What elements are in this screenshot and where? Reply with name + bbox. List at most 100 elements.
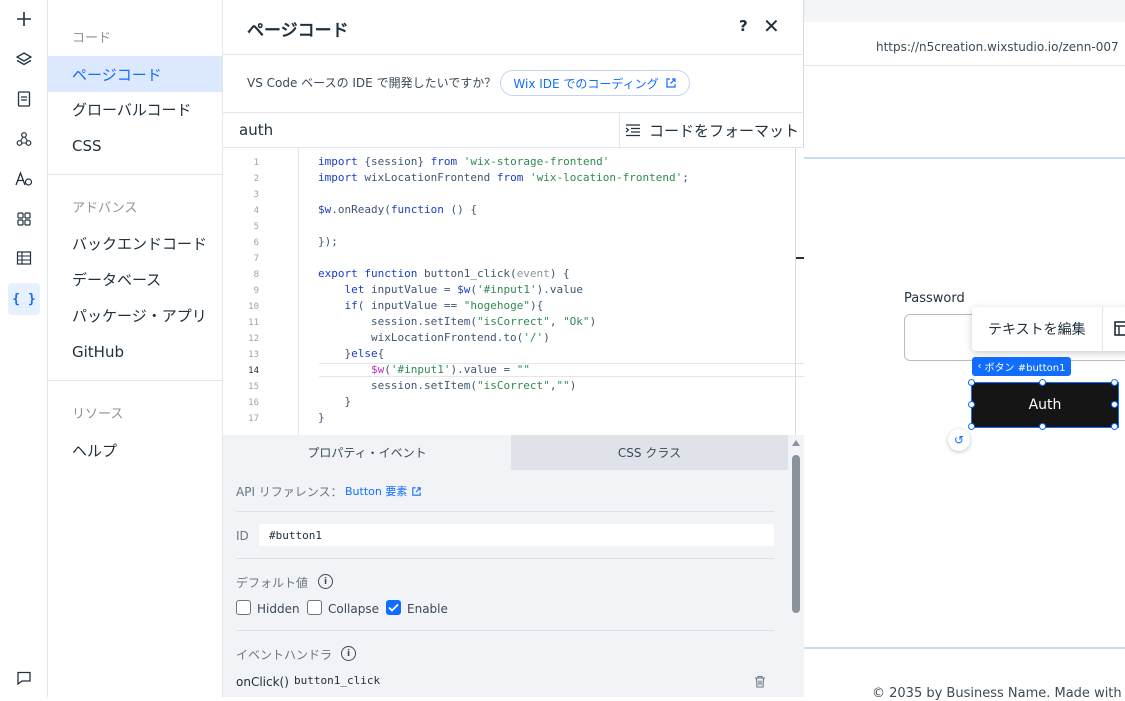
sidebar-item-database[interactable]: データベース: [48, 261, 222, 297]
ide-question: VS Code ベースの IDE で開発したいですか？: [247, 76, 497, 90]
help-button[interactable]: ?: [739, 17, 748, 35]
resize-handle[interactable]: [968, 379, 975, 386]
line-number: 2: [253, 174, 259, 184]
api-reference-link-text: Button 要素: [345, 485, 408, 498]
sidebar-item-help[interactable]: ヘルプ: [48, 432, 222, 468]
code-line: }else{: [318, 347, 385, 360]
resize-handle[interactable]: [1111, 401, 1118, 408]
resize-marker: [796, 257, 804, 259]
code-line: $w.onReady(function () {: [318, 203, 477, 216]
resize-handle[interactable]: [1111, 423, 1118, 430]
sidebar-item-page-code[interactable]: ページコード: [48, 56, 222, 92]
line-number: 5: [253, 222, 259, 232]
tab-properties-events[interactable]: プロパティ・イベント: [223, 435, 511, 470]
divider: [1102, 307, 1103, 351]
page-url: https://n5creation.wixstudio.io/zenn-007…: [876, 38, 1125, 55]
sidebar-item-github[interactable]: GitHub: [48, 334, 222, 370]
code-line: let inputValue = $w('#input1').value: [344, 283, 583, 296]
hidden-checkbox-label: Hidden: [257, 602, 300, 616]
resize-handle[interactable]: [968, 423, 975, 430]
code-line: if( inputValue == "hogehoge"){: [344, 299, 544, 312]
line-number: 10: [248, 302, 259, 312]
layout-icon[interactable]: [1114, 321, 1125, 336]
event-name: onClick(): [236, 675, 289, 689]
external-link-icon: [412, 486, 422, 496]
trash-icon[interactable]: [754, 675, 766, 688]
collapse-checkbox-label: Collapse: [328, 602, 379, 616]
hidden-checkbox[interactable]: [236, 600, 251, 615]
code-line: session.setItem("isCorrect", "Ok"): [318, 315, 597, 328]
edit-text-popup[interactable]: テキストを編集: [972, 307, 1125, 351]
wix-ide-button-label: Wix IDE でのコーディング: [513, 76, 659, 91]
sidebar-item-global-code[interactable]: グローバルコード: [48, 91, 222, 127]
divider: [48, 174, 222, 175]
resources-section-heading: リソース: [72, 407, 124, 422]
code-braces-icon[interactable]: { }: [8, 283, 40, 315]
left-rail: { }: [0, 0, 48, 697]
resize-handle[interactable]: [1039, 379, 1046, 386]
collapse-checkbox[interactable]: [307, 600, 322, 615]
code-line: });: [318, 235, 338, 248]
chevron-left-icon: ‹: [977, 361, 982, 372]
divider: [236, 558, 774, 559]
advanced-section-heading: アドバンス: [72, 201, 138, 216]
sidebar-item-css[interactable]: CSS: [48, 128, 222, 164]
selection-tag-label: ボタン #button1: [984, 363, 1066, 374]
add-apps-icon[interactable]: [8, 203, 40, 235]
enable-checkbox[interactable]: [386, 600, 401, 615]
line-number: 8: [253, 270, 259, 280]
code-section-heading: コード: [72, 31, 112, 46]
external-link-icon: [665, 78, 676, 88]
line-number: 16: [248, 398, 259, 408]
sidebar-item-packages[interactable]: パッケージ・アプリ: [48, 297, 222, 333]
add-icon[interactable]: [8, 3, 40, 35]
password-label[interactable]: Password: [904, 291, 965, 306]
info-icon[interactable]: i: [318, 574, 333, 589]
design-fonts-icon[interactable]: [8, 163, 40, 195]
rotate-icon[interactable]: ↺: [948, 429, 970, 451]
scroll-up-arrow-icon[interactable]: [792, 440, 800, 446]
selection-tag[interactable]: ‹ ボタン #button1: [972, 357, 1071, 376]
divider: [223, 54, 804, 55]
line-number: 17: [248, 414, 259, 424]
api-reference-link[interactable]: Button 要素: [345, 483, 422, 499]
chat-icon[interactable]: [8, 662, 40, 694]
api-reference-label: API リファレンス：: [236, 485, 343, 499]
editor-canvas: https://n5creation.wixstudio.io/zenn-007…: [796, 0, 1125, 701]
wix-ide-button[interactable]: Wix IDE でのコーディング: [500, 70, 690, 96]
line-number: 1: [253, 158, 259, 168]
id-label: ID: [236, 529, 249, 543]
line-number: 4: [253, 206, 259, 216]
cms-table-icon[interactable]: [8, 242, 40, 274]
footer-text: © 2035 by Business Name. Made with W: [872, 686, 1125, 701]
close-button[interactable]: ✕: [763, 14, 780, 38]
format-code-button[interactable]: コードをフォーマット: [619, 113, 804, 147]
section-guide: [804, 157, 1125, 159]
section-guide: [804, 647, 1125, 649]
code-editor[interactable]: 1 2 3 4 5 6 7 8 9 10 11 12 13 14 15 16 17 import {sessio…: [223, 148, 804, 435]
file-tab[interactable]: auth: [239, 121, 273, 139]
resize-handle[interactable]: [1111, 379, 1118, 386]
code-line: wixLocationFrontend.to('/'): [318, 331, 550, 344]
id-input[interactable]: #button1: [259, 524, 774, 546]
panel-title: ページコード: [247, 21, 349, 41]
resize-handle[interactable]: [968, 401, 975, 408]
default-values-label: デフォルト値: [236, 576, 309, 590]
layers-icon[interactable]: [8, 43, 40, 75]
scrollbar-thumb[interactable]: [792, 455, 800, 613]
line-number: 15: [248, 382, 259, 392]
pages-icon[interactable]: [8, 83, 40, 115]
line-number: 14: [248, 366, 259, 376]
event-handler-value[interactable]: button1_click: [294, 674, 380, 687]
divider: [48, 380, 222, 381]
info-icon[interactable]: i: [341, 646, 356, 661]
apps-network-icon[interactable]: [8, 123, 40, 155]
page-code-panel: ページコード ? ✕ VS Code ベースの IDE で開発したいですか？ W…: [223, 0, 804, 697]
sidebar-item-backend-code[interactable]: バックエンドコード: [48, 225, 222, 261]
tab-css-classes[interactable]: CSS クラス: [511, 435, 788, 470]
resize-handle[interactable]: [1039, 423, 1046, 430]
code-line: session.setItem("isCorrect",""): [318, 379, 577, 392]
auth-button[interactable]: Auth: [971, 382, 1119, 428]
scrollbar[interactable]: [788, 435, 804, 697]
edit-text-label: テキストを編集: [988, 322, 1086, 338]
